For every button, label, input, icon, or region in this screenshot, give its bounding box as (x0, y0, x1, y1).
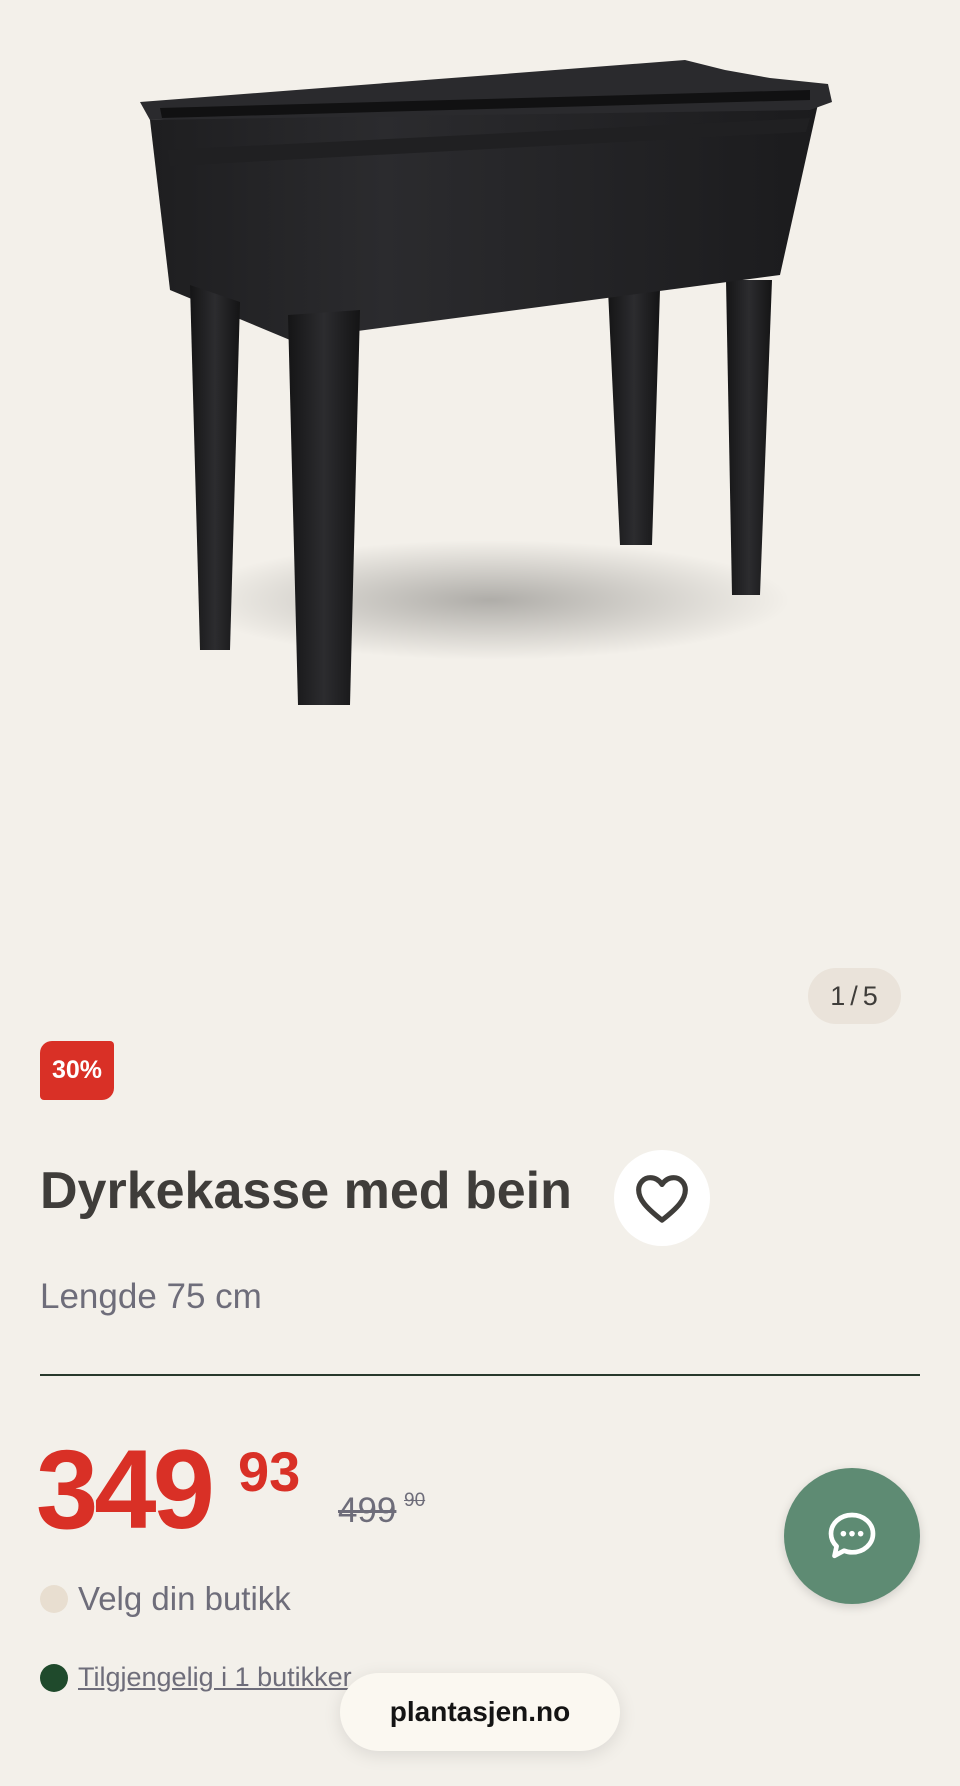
price-old-cents: 90 (404, 1490, 426, 1511)
store-select-label: Velg din butikk (78, 1580, 291, 1617)
counter-current: 1 (830, 980, 847, 1011)
price-current-cents: 93 (238, 1440, 301, 1503)
divider (40, 1374, 920, 1376)
store-status-dot (40, 1585, 68, 1613)
discount-badge: 30% (40, 1041, 114, 1100)
chat-button[interactable] (784, 1468, 920, 1604)
price-old-main: 499 (338, 1491, 397, 1530)
counter-total: 5 (862, 980, 879, 1011)
product-gallery[interactable]: 1 / 5 (0, 0, 960, 1030)
availability-dot (40, 1663, 68, 1692)
url-pill[interactable]: plantasjen.no (340, 1673, 620, 1751)
product-title: Dyrkekasse med bein (40, 1162, 572, 1220)
chat-bubble-icon (828, 1512, 876, 1559)
availability-link[interactable]: Tilgjengelig i 1 butikker (78, 1662, 352, 1693)
image-counter: 1 / 5 (808, 968, 901, 1024)
favorite-button[interactable] (614, 1150, 710, 1246)
price-current-main: 349 (36, 1427, 215, 1552)
product-page: 1 / 5 30% Dyrkekasse med bein Lengde 75 … (0, 0, 960, 1786)
store-availability: Tilgjengelig i 1 butikker (40, 1662, 352, 1693)
counter-separator: / (850, 980, 859, 1011)
product-subtitle: Lengde 75 cm (40, 1277, 262, 1316)
heart-icon (636, 1175, 688, 1223)
store-select[interactable]: Velg din butikk (40, 1580, 291, 1618)
product-image[interactable] (120, 40, 840, 730)
